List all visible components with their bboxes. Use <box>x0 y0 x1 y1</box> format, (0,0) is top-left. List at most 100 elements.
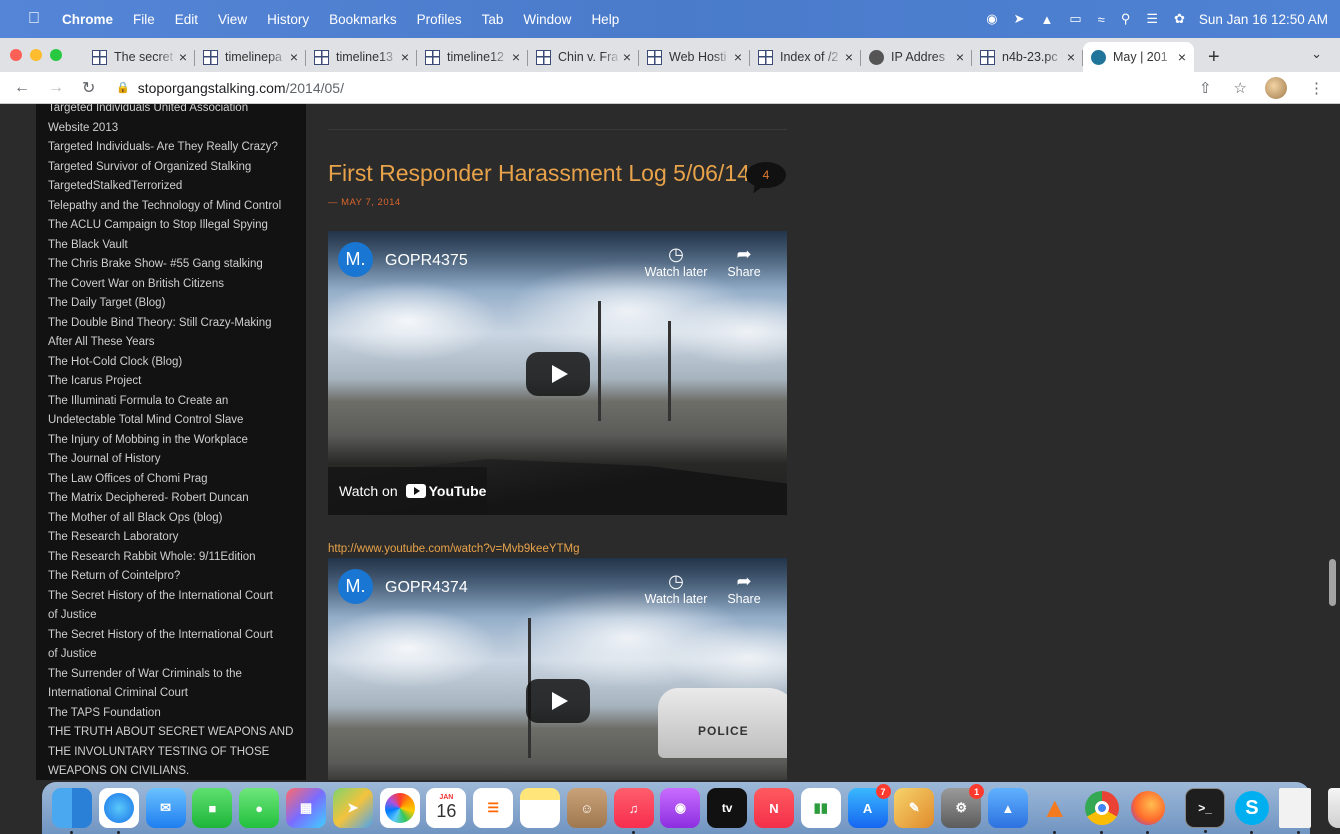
apple-tv-icon[interactable]: tv <box>707 788 748 828</box>
news-icon[interactable]: N <box>753 788 794 828</box>
post-title[interactable]: First Responder Harassment Log 5/06/14 <box>328 160 750 187</box>
close-tab-icon[interactable]: × <box>845 49 853 65</box>
chrome-icon[interactable] <box>1082 788 1122 834</box>
youtube-embed[interactable]: POLICE M. GOPR4374 ◷ Watch later ➦ Share <box>328 558 787 780</box>
keynote-icon[interactable]: ▲ <box>987 788 1028 828</box>
share-button[interactable]: ➦ Share <box>724 243 764 279</box>
blogroll-link[interactable]: The Secret History of the International … <box>48 587 298 607</box>
blogroll-link[interactable]: Targeted Individuals- Are They Really Cr… <box>48 138 298 158</box>
zoom-window-button[interactable] <box>50 49 62 61</box>
blogroll-link[interactable]: of Justice <box>48 606 298 626</box>
youtube-link[interactable]: http://www.youtube.com/watch?v=Mvb9keeYT… <box>328 543 580 555</box>
vlc-icon[interactable]: ▲ <box>1035 788 1075 834</box>
system-preferences-icon[interactable]: ⚙ 1 <box>941 784 985 828</box>
blogroll-link[interactable]: Targeted Individuals United Association <box>48 104 298 119</box>
skype-icon[interactable]: S <box>1232 788 1272 834</box>
youtube-embed[interactable]: M. GOPR4375 ◷ Watch later ➦ Share Watch on… <box>328 231 787 515</box>
blogroll-link[interactable]: The Daily Target (Blog) <box>48 294 298 314</box>
menu-app-name[interactable]: Chrome <box>62 12 113 27</box>
play-status-icon[interactable]: ◉ <box>986 11 997 27</box>
blogroll-link[interactable]: Undetectable Total Mind Control Slave <box>48 411 298 431</box>
tab-search-chevron-icon[interactable]: ⌄ <box>1311 46 1322 62</box>
share-icon[interactable]: ⇧ <box>1199 79 1212 97</box>
spotlight-search-icon[interactable]: ⚲ <box>1121 11 1131 27</box>
launchpad-icon[interactable]: ▦ <box>285 788 326 828</box>
blogroll-link[interactable]: of Justice <box>48 645 298 665</box>
blogroll-link[interactable]: The TAPS Foundation <box>48 704 298 724</box>
blogroll-link[interactable]: The Injury of Mobbing in the Workplace <box>48 431 298 451</box>
close-tab-icon[interactable]: × <box>290 49 298 65</box>
play-button[interactable] <box>526 352 590 396</box>
textedit-icon[interactable]: ✎ <box>894 788 935 828</box>
new-tab-button[interactable]: + <box>1208 42 1220 72</box>
music-icon[interactable]: ♫ <box>613 788 654 834</box>
minimize-window-button[interactable] <box>30 49 42 61</box>
blogroll-link[interactable]: The Return of Cointelpro? <box>48 567 298 587</box>
blogroll-link[interactable]: TargetedStalkedTerrorized <box>48 177 298 197</box>
kebab-menu-icon[interactable]: ⋮ <box>1309 79 1324 97</box>
siri-icon[interactable]: ✿ <box>1174 11 1185 27</box>
blogroll-link[interactable]: Website 2013 <box>48 119 298 139</box>
browser-tab[interactable]: timeline13 × <box>306 42 417 72</box>
close-tab-icon[interactable]: × <box>623 49 631 65</box>
watch-on-youtube-button[interactable]: Watch on YouTube <box>328 467 487 515</box>
podcasts-icon[interactable]: ◉ <box>660 788 701 828</box>
document-icon[interactable] <box>1278 788 1311 834</box>
close-tab-icon[interactable]: × <box>512 49 520 65</box>
blogroll-link[interactable]: Telepathy and the Technology of Mind Con… <box>48 197 298 217</box>
video-title[interactable]: GOPR4375 <box>385 252 468 270</box>
numbers-icon[interactable]: ▮▮ <box>800 788 841 828</box>
play-button[interactable] <box>526 679 590 723</box>
menu-view[interactable]: View <box>218 12 247 27</box>
maps-icon[interactable]: ➤ <box>332 788 373 828</box>
trash-icon[interactable] <box>1327 788 1340 828</box>
menu-edit[interactable]: Edit <box>175 12 198 27</box>
cursor-status-icon[interactable]: ➤ <box>1014 11 1025 27</box>
blogroll-link[interactable]: The Double Bind Theory: Still Crazy-Maki… <box>48 314 298 334</box>
browser-tab-active[interactable]: May | 201 × <box>1083 42 1194 72</box>
browser-tab[interactable]: IP Addres × <box>861 42 972 72</box>
menu-profiles[interactable]: Profiles <box>417 12 462 27</box>
blogroll-link[interactable]: WEAPONS ON CIVILIANS. <box>48 762 298 780</box>
menu-file[interactable]: File <box>133 12 155 27</box>
wifi-icon[interactable]: ≈ <box>1098 12 1105 27</box>
blogroll-link[interactable]: The Chris Brake Show- #55 Gang stalking <box>48 255 298 275</box>
messages-icon[interactable]: ● <box>239 788 280 828</box>
control-center-icon[interactable]: ☰ <box>1146 11 1158 27</box>
close-tab-icon[interactable]: × <box>401 49 409 65</box>
notes-icon[interactable] <box>519 788 560 828</box>
bookmark-star-icon[interactable]: ☆ <box>1234 79 1247 97</box>
blogroll-link[interactable]: The Hot-Cold Clock (Blog) <box>48 353 298 373</box>
close-tab-icon[interactable]: × <box>956 49 964 65</box>
menu-tab[interactable]: Tab <box>482 12 504 27</box>
blogroll-link[interactable]: The Secret History of the International … <box>48 626 298 646</box>
facetime-icon[interactable]: ■ <box>192 788 233 828</box>
blogroll-link[interactable]: The Research Rabbit Whole: 9/11Edition <box>48 548 298 568</box>
blogroll-link[interactable]: THE INVOLUNTARY TESTING OF THOSE <box>48 743 298 763</box>
forward-arrow-icon[interactable]: → <box>48 79 64 97</box>
browser-tab[interactable]: Chin v. Fra × <box>528 42 639 72</box>
close-tab-icon[interactable]: × <box>1067 49 1075 65</box>
watch-later-button[interactable]: ◷ Watch later <box>640 243 712 279</box>
page-scrollbar[interactable] <box>1326 104 1340 780</box>
menu-bookmarks[interactable]: Bookmarks <box>329 12 397 27</box>
close-window-button[interactable] <box>10 49 22 61</box>
reminders-icon[interactable]: ☰ <box>473 788 514 828</box>
menu-help[interactable]: Help <box>591 12 619 27</box>
comment-count-bubble[interactable]: 4 <box>746 162 786 188</box>
url-field[interactable]: stoporgangstalking.com/2014/05/ <box>138 80 344 96</box>
blogroll-link[interactable]: International Criminal Court <box>48 684 298 704</box>
finder-icon[interactable] <box>52 788 92 834</box>
blogroll-link[interactable]: The Covert War on British Citizens <box>48 275 298 295</box>
blogroll-link[interactable]: The ACLU Campaign to Stop Illegal Spying <box>48 216 298 236</box>
blogroll-link[interactable]: After All These Years <box>48 333 298 353</box>
terminal-icon[interactable]: >_ <box>1185 788 1226 833</box>
back-arrow-icon[interactable]: ← <box>14 79 30 97</box>
blogroll-link[interactable]: THE TRUTH ABOUT SECRET WEAPONS AND <box>48 723 298 743</box>
post-date[interactable]: — MAY 7, 2014 <box>328 197 401 208</box>
channel-avatar[interactable]: M. <box>338 569 373 604</box>
menubar-clock[interactable]: Sun Jan 16 12:50 AM <box>1199 12 1328 27</box>
browser-tab[interactable]: n4b-23.pc × <box>972 42 1083 72</box>
profile-avatar[interactable] <box>1265 77 1287 99</box>
blogroll-link[interactable]: The Black Vault <box>48 236 298 256</box>
